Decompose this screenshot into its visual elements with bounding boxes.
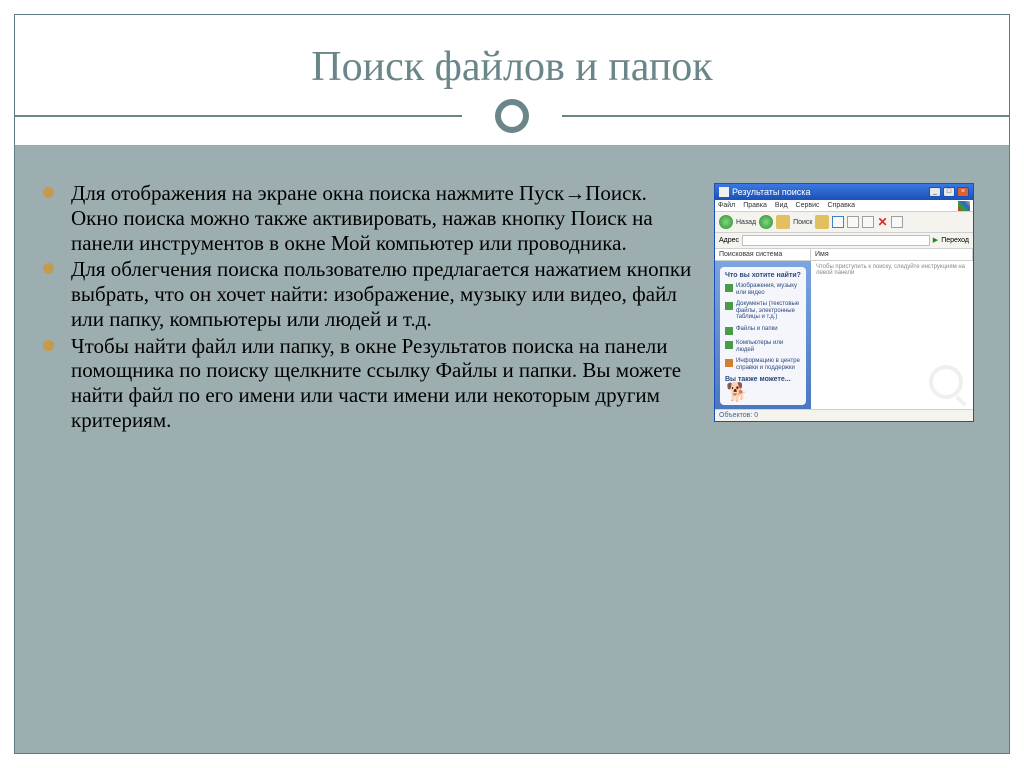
tool-icon[interactable] bbox=[891, 216, 903, 228]
address-field[interactable] bbox=[742, 235, 930, 246]
minimize-button[interactable]: _ bbox=[929, 187, 941, 197]
text-column: Для отображения на экране окна поиска на… bbox=[67, 181, 694, 435]
col-header[interactable]: Имя bbox=[811, 249, 973, 260]
option-icon bbox=[725, 302, 733, 310]
folders-icon[interactable] bbox=[815, 215, 829, 229]
body-area: Для отображения на экране окна поиска на… bbox=[15, 145, 1009, 753]
forward-icon[interactable] bbox=[759, 215, 773, 229]
list-item: Чтобы найти файл или папку, в окне Резул… bbox=[67, 334, 694, 433]
menu-item[interactable]: Справка bbox=[828, 202, 855, 209]
option-icon bbox=[725, 341, 733, 349]
view-icon[interactable] bbox=[832, 216, 844, 228]
tool-icon[interactable] bbox=[847, 216, 859, 228]
search-dog-icon: 🐕 bbox=[726, 383, 748, 401]
hint-text: Чтобы приступить к поиску, следуйте инст… bbox=[811, 261, 973, 279]
results-area: Чтобы приступить к поиску, следуйте инст… bbox=[811, 261, 973, 409]
window-title: Результаты поиска bbox=[732, 188, 926, 197]
image-column: Результаты поиска _ □ × Файл Правка Вид … bbox=[714, 181, 979, 435]
menu-item[interactable]: Файл bbox=[718, 202, 735, 209]
slide-frame: Поиск файлов и папок Для отображения на … bbox=[14, 14, 1010, 754]
title-area: Поиск файлов и папок bbox=[15, 15, 1009, 141]
option-icon bbox=[725, 284, 733, 292]
address-label: Адрес bbox=[719, 237, 739, 244]
column-headers: Поисковая система Имя bbox=[715, 249, 973, 261]
search-option[interactable]: Изображения, музыку или видео bbox=[725, 283, 801, 296]
magnifier-icon bbox=[929, 365, 963, 399]
status-bar: Объектов: 0 bbox=[715, 409, 973, 421]
delete-icon[interactable]: ✕ bbox=[877, 216, 887, 228]
slide-title: Поиск файлов и папок bbox=[15, 43, 1009, 91]
option-icon bbox=[725, 359, 733, 367]
search-option[interactable]: Файлы и папки bbox=[725, 326, 801, 335]
option-icon bbox=[725, 327, 733, 335]
bullet-list: Для отображения на экране окна поиска на… bbox=[67, 181, 694, 433]
go-label: Переход bbox=[941, 237, 969, 244]
circle-icon bbox=[495, 99, 529, 133]
maximize-button[interactable]: □ bbox=[943, 187, 955, 197]
address-bar: Адрес ▶ Переход bbox=[715, 233, 973, 249]
menu-item[interactable]: Вид bbox=[775, 202, 788, 209]
search-sidebar: Что вы хотите найти? Изображения, музыку… bbox=[715, 261, 811, 409]
panel-title: Что вы хотите найти? bbox=[725, 272, 801, 279]
search-label: Поиск bbox=[793, 219, 812, 226]
search-panel: Что вы хотите найти? Изображения, музыку… bbox=[720, 267, 806, 405]
menu-item[interactable]: Сервис bbox=[796, 202, 820, 209]
app-icon bbox=[719, 187, 729, 197]
col-header[interactable]: Поисковая система bbox=[715, 249, 811, 260]
go-button[interactable]: ▶ bbox=[933, 237, 938, 244]
xp-titlebar: Результаты поиска _ □ × bbox=[715, 184, 973, 200]
close-button[interactable]: × bbox=[957, 187, 969, 197]
back-icon[interactable] bbox=[719, 215, 733, 229]
menu-item[interactable]: Правка bbox=[743, 202, 767, 209]
list-item: Для отображения на экране окна поиска на… bbox=[67, 181, 694, 255]
up-icon[interactable] bbox=[776, 215, 790, 229]
toolbar: Назад Поиск ✕ bbox=[715, 212, 973, 233]
content-row: Для отображения на экране окна поиска на… bbox=[15, 145, 1009, 455]
windows-logo-icon bbox=[958, 201, 970, 211]
menu-bar: Файл Правка Вид Сервис Справка bbox=[715, 200, 973, 212]
list-item: Для облегчения поиска пользователю предл… bbox=[67, 257, 694, 331]
search-option[interactable]: Информацию в центре справки и поддержки bbox=[725, 358, 801, 371]
window-controls: _ □ × bbox=[929, 187, 969, 197]
ornament bbox=[15, 97, 1009, 137]
search-option[interactable]: Компьютеры или людей bbox=[725, 340, 801, 353]
tool-icon[interactable] bbox=[862, 216, 874, 228]
xp-window: Результаты поиска _ □ × Файл Правка Вид … bbox=[714, 183, 974, 422]
search-option[interactable]: Документы (текстовые файлы, электронные … bbox=[725, 301, 801, 321]
window-body: Что вы хотите найти? Изображения, музыку… bbox=[715, 261, 973, 409]
back-label: Назад bbox=[736, 219, 756, 226]
